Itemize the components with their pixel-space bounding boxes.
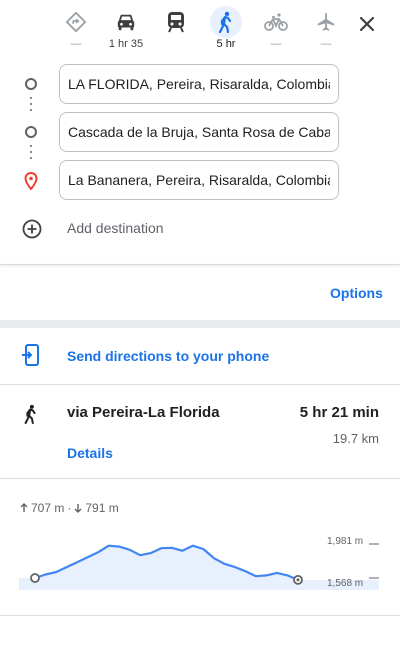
mode-driving-duration: 1 hr 35 (108, 38, 144, 50)
elevation-max-label: 1,981 m (327, 536, 364, 547)
destination-input[interactable] (59, 160, 339, 200)
route-dots (30, 97, 32, 115)
mode-cycling[interactable]: — (254, 4, 298, 54)
mode-walking[interactable]: 5 hr (204, 4, 248, 54)
car-icon (110, 6, 142, 38)
origin-dot-icon (25, 78, 37, 90)
add-destination-button[interactable]: Add destination (20, 216, 380, 242)
options-button[interactable]: Options (330, 285, 383, 301)
elevation-profile: 707 m · 791 m 1,981 m 1,568 m (0, 479, 400, 616)
send-to-phone-label: Send directions to your phone (67, 348, 270, 364)
elevation-chart (19, 543, 379, 590)
details-link[interactable]: Details (67, 445, 113, 461)
start-point (30, 573, 40, 583)
stop-input[interactable] (59, 112, 339, 152)
route-summary[interactable]: via Pereira-La Florida 5 hr 21 min 19.7 … (0, 385, 400, 479)
mode-flights-duration: — (320, 38, 332, 50)
end-point-center (296, 578, 300, 582)
stop-dot-icon (25, 126, 37, 138)
airplane-icon (310, 6, 342, 38)
transit-icon (160, 6, 192, 38)
destination-pin-icon (24, 172, 38, 190)
route-via: via Pereira-La Florida (67, 404, 220, 421)
elevation-area (19, 545, 379, 590)
mode-transit[interactable] (154, 4, 198, 54)
directions-icon (60, 6, 92, 38)
origin-input[interactable] (59, 64, 339, 104)
travel-mode-bar: — 1 hr 35 5 hr — — (0, 0, 400, 60)
walk-icon (24, 404, 36, 424)
route-distance: 19.7 km (332, 431, 379, 446)
add-destination-label: Add destination (67, 220, 164, 236)
walk-icon (210, 6, 242, 38)
send-to-phone-icon (22, 344, 39, 366)
add-circle-icon (22, 219, 42, 239)
route-duration: 5 hr 21 min (299, 404, 379, 421)
mode-flights[interactable]: — (304, 4, 348, 54)
header-divider (0, 264, 400, 265)
close-button[interactable] (354, 11, 380, 37)
section-divider (0, 320, 400, 328)
send-to-phone-button[interactable]: Send directions to your phone (0, 328, 400, 385)
route-dots (30, 145, 32, 163)
bicycle-icon (260, 6, 292, 38)
mode-driving[interactable]: 1 hr 35 (104, 4, 148, 54)
elevation-min-label: 1,568 m (327, 578, 364, 589)
close-icon (360, 17, 374, 31)
mode-best[interactable]: — (54, 4, 98, 54)
